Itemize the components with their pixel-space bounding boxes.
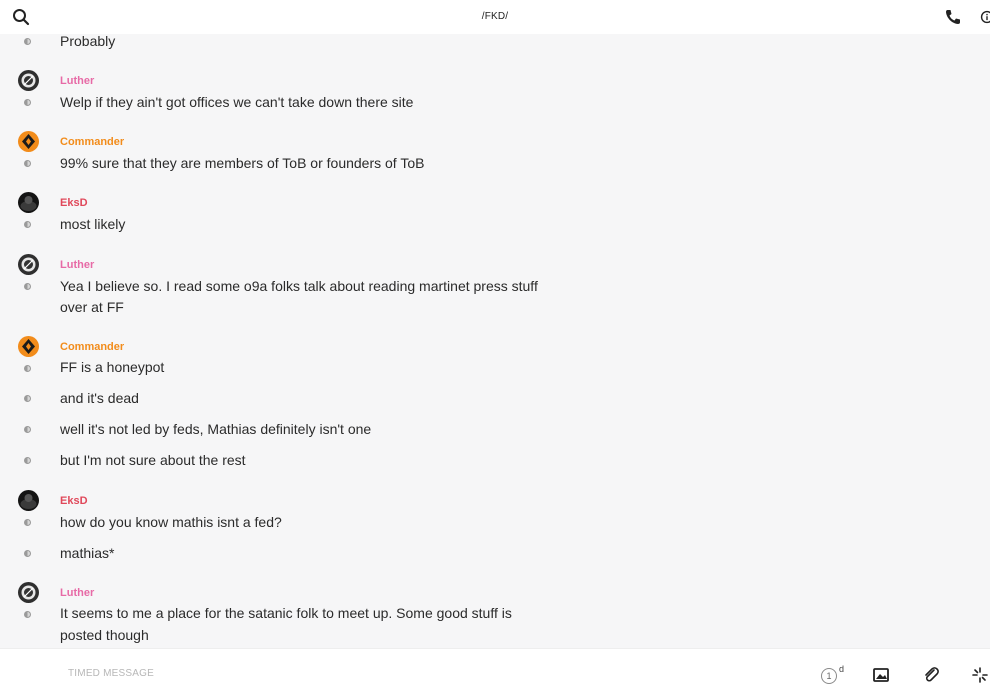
sender-name: Luther bbox=[60, 259, 95, 271]
message-text-continued: over at FF bbox=[60, 299, 124, 315]
avatar-image-icon bbox=[22, 339, 35, 354]
message-text: mathias* bbox=[60, 545, 115, 561]
read-status-icon bbox=[24, 99, 31, 106]
read-status-icon bbox=[24, 365, 31, 372]
avatar-image-icon bbox=[20, 494, 37, 509]
timer-button[interactable]: 1 d bbox=[821, 664, 845, 686]
paperclip-icon[interactable] bbox=[922, 666, 940, 684]
read-status-icon bbox=[24, 395, 31, 402]
message-text: but I'm not sure about the rest bbox=[60, 452, 246, 468]
sender-name: Commander bbox=[60, 136, 125, 148]
read-status-icon bbox=[24, 457, 31, 464]
sender-name: Luther bbox=[60, 587, 95, 599]
read-status-icon bbox=[24, 160, 31, 167]
read-status-icon bbox=[24, 426, 31, 433]
phone-icon[interactable] bbox=[944, 8, 962, 26]
avatar[interactable] bbox=[18, 131, 39, 152]
avatar[interactable] bbox=[18, 192, 39, 213]
message-text: and it's dead bbox=[60, 390, 139, 406]
avatar-image-icon bbox=[22, 134, 35, 149]
avatar[interactable] bbox=[18, 254, 39, 275]
message-text: It seems to me a place for the satanic f… bbox=[60, 605, 512, 621]
message-text: 99% sure that they are members of ToB or… bbox=[60, 155, 425, 171]
avatar-image-icon bbox=[21, 73, 36, 88]
read-status-icon bbox=[24, 283, 31, 290]
message-text-continued: posted though bbox=[60, 627, 149, 643]
message-input[interactable]: TIMED MESSAGE bbox=[68, 668, 154, 679]
avatar-image-icon bbox=[20, 196, 37, 211]
message-text: Probably bbox=[60, 34, 116, 49]
read-status-icon bbox=[24, 611, 31, 618]
message-text: how do you know mathis isnt a fed? bbox=[60, 514, 282, 530]
message-text: well it's not led by feds, Mathias defin… bbox=[60, 421, 372, 437]
read-status-icon bbox=[24, 38, 31, 45]
conversation-title: /FKD/ bbox=[481, 11, 509, 22]
avatar-image-icon bbox=[21, 257, 36, 272]
read-status-icon bbox=[24, 221, 31, 228]
avatar-image-icon bbox=[21, 585, 36, 600]
message-text: Yea I believe so. I read some o9a folks … bbox=[60, 278, 538, 294]
sparkle-icon[interactable] bbox=[970, 666, 990, 684]
timer-value: 1 bbox=[821, 668, 837, 684]
sender-name: Luther bbox=[60, 75, 95, 87]
conversation-header: /FKD/ bbox=[0, 0, 990, 34]
image-icon[interactable] bbox=[872, 666, 890, 684]
sender-name: EksD bbox=[60, 197, 88, 209]
info-icon[interactable] bbox=[980, 8, 990, 26]
avatar[interactable] bbox=[18, 70, 39, 91]
sender-name: Commander bbox=[60, 341, 125, 353]
read-status-icon bbox=[24, 519, 31, 526]
message-text: Welp if they ain't got offices we can't … bbox=[60, 94, 414, 110]
avatar[interactable] bbox=[18, 582, 39, 603]
message-text: FF is a honeypot bbox=[60, 359, 165, 375]
sender-name: EksD bbox=[60, 495, 88, 507]
read-status-icon bbox=[24, 550, 31, 557]
message-composer: TIMED MESSAGE 1 d bbox=[0, 648, 990, 700]
avatar[interactable] bbox=[18, 490, 39, 511]
message-text: most likely bbox=[60, 216, 126, 232]
avatar[interactable] bbox=[18, 336, 39, 357]
message-list[interactable]: Probably Luther Welp if they ain't got o… bbox=[0, 34, 990, 648]
timer-unit: d bbox=[839, 664, 845, 674]
